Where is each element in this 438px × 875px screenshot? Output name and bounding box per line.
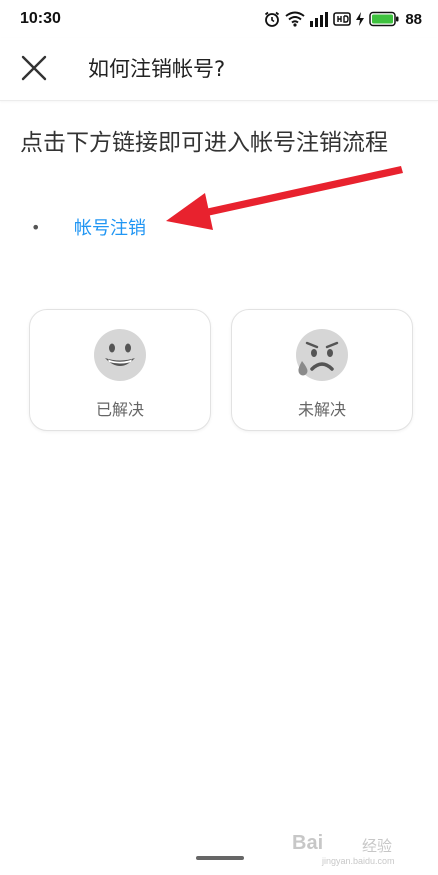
signal-icon <box>310 12 329 27</box>
close-button[interactable] <box>16 50 52 86</box>
header-bar: 如何注销帐号? <box>0 38 438 101</box>
battery-icon <box>369 11 399 27</box>
smile-face-icon <box>94 329 146 381</box>
resolved-label: 已解决 <box>95 400 144 419</box>
status-time: 10:30 <box>20 10 61 27</box>
close-icon <box>21 55 47 81</box>
hd-icon <box>333 12 352 26</box>
watermark-name: 经验 <box>362 837 393 855</box>
app-screen: 10:30 88 如何注销帐号? 点击下方链接即可进入帐号注销流程 • 帐号注销… <box>0 0 438 875</box>
home-indicator[interactable] <box>196 856 244 860</box>
battery-level: 88 <box>405 10 422 28</box>
wifi-icon <box>285 11 305 27</box>
content-heading: 点击下方链接即可进入帐号注销流程 <box>20 130 388 156</box>
charging-icon <box>356 12 365 26</box>
unresolved-button[interactable]: 未解决 <box>231 309 413 431</box>
list-bullet: • <box>31 218 41 237</box>
unresolved-label: 未解决 <box>297 400 346 419</box>
watermark-url: jingyan.baidu.com <box>322 856 395 866</box>
sad-face-icon <box>296 329 348 381</box>
account-cancel-link[interactable]: 帐号注销 <box>74 214 146 240</box>
status-bar: 10:30 88 <box>0 0 438 38</box>
status-icons: 88 <box>263 9 422 29</box>
page-title: 如何注销帐号? <box>88 57 226 81</box>
baidu-watermark: Bai 经验 jingyan.baidu.com <box>292 826 422 870</box>
watermark-logo: Bai <box>292 832 324 854</box>
alarm-icon <box>265 11 280 27</box>
resolved-button[interactable]: 已解决 <box>29 309 211 431</box>
